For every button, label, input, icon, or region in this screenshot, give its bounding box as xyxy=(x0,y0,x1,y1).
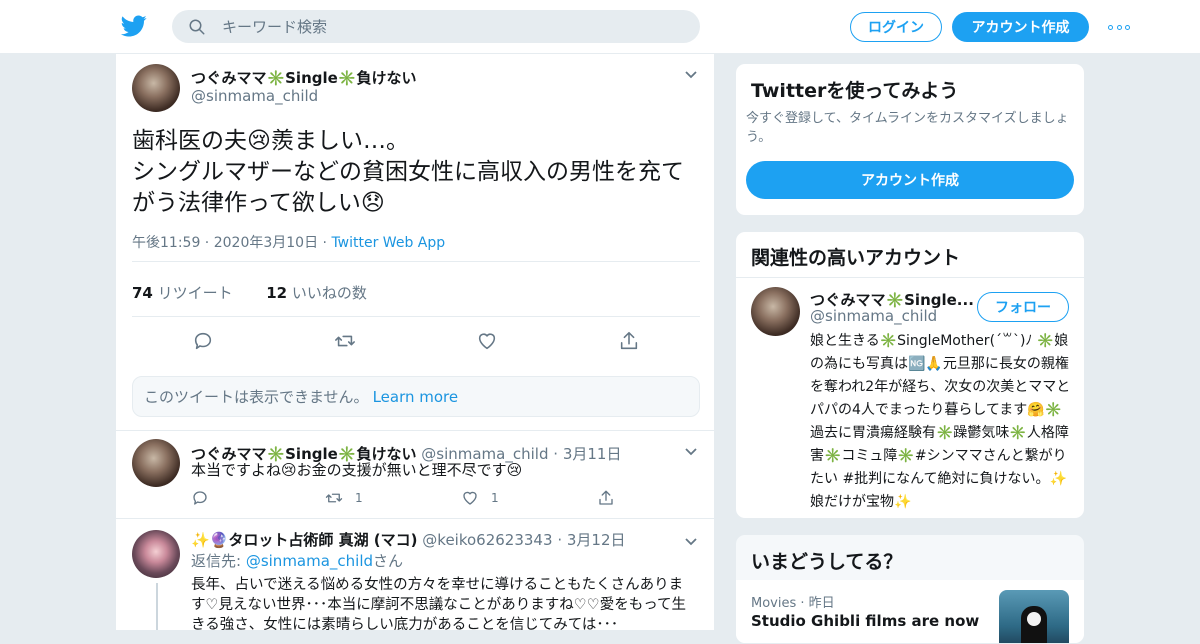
related-accounts-card: 関連性の高いアカウント つぐみママ✳️Single... @sinmama_ch… xyxy=(735,231,1085,519)
share-icon[interactable] xyxy=(618,330,640,352)
signup-card: Twitterを使ってみよう 今すぐ登録して、タイムラインをカスタマイズしましょ… xyxy=(735,63,1085,216)
reply-text: 長年、占いで迷える悩める女性の方々を幸せに導けることもたくさんあります♡見えない… xyxy=(191,577,687,630)
heart-icon xyxy=(463,491,477,505)
author-handle[interactable]: @sinmama_child xyxy=(191,87,318,105)
trends-title: いまどうしてる？ xyxy=(751,551,903,573)
tweet-source[interactable]: Twitter Web App xyxy=(331,235,445,251)
trend-thumbnail[interactable] xyxy=(999,590,1069,643)
share-icon xyxy=(599,490,613,505)
like-count: 1 xyxy=(491,491,499,505)
signup-card-button[interactable]: アカウント作成 xyxy=(746,161,1074,199)
reply-tweet[interactable]: つぐみママ✳️Single✳️負けない @sinmama_child · 3月1… xyxy=(116,430,714,518)
reply-author-handle[interactable]: @keiko62623343 xyxy=(422,531,552,549)
learn-more-link[interactable]: Learn more xyxy=(373,388,459,406)
divider xyxy=(736,277,1084,278)
reply-avatar[interactable] xyxy=(132,530,180,578)
tweet-text: 歯科医の夫😢羨ましい…。 シングルマザーなどの貧困女性に高収入の男性を充てがう法… xyxy=(132,128,684,216)
retweet-button[interactable]: 1 xyxy=(325,489,363,507)
reply-icon[interactable] xyxy=(192,330,214,352)
chevron-down-icon[interactable] xyxy=(685,71,697,79)
share-button[interactable] xyxy=(597,489,615,507)
like-button[interactable]: 1 xyxy=(461,489,499,507)
signup-button[interactable]: アカウント作成 xyxy=(952,12,1089,42)
reply-button[interactable] xyxy=(191,489,209,507)
replying-to: 返信先: @sinmama_childさん xyxy=(191,552,404,570)
related-account-handle[interactable]: @sinmama_child xyxy=(810,307,937,325)
signup-card-subtitle: 今すぐ登録して、タイムラインをカスタマイズしましょう。 xyxy=(746,111,1069,145)
retweet-icon[interactable] xyxy=(334,330,356,352)
tweet-actions xyxy=(132,330,700,354)
search-box[interactable] xyxy=(172,10,700,43)
like-stat[interactable]: 12 いいねの数 xyxy=(266,284,367,302)
divider xyxy=(132,261,700,262)
signup-card-title: Twitterを使ってみよう xyxy=(751,80,959,102)
tweet-timestamp[interactable]: 午後11:59 · 2020年3月10日 · Twitter Web App xyxy=(132,232,445,252)
reply-text: 本当ですよね😢お金の支援が無いと理不尽です😢 xyxy=(191,461,523,479)
retweet-count: 1 xyxy=(355,491,363,505)
search-icon xyxy=(189,19,205,34)
related-account-bio: 娘と生きる✳️SingleMother(´꒳`)ﾉ ✳️娘の為にも写真は🆖🙏元旦… xyxy=(810,333,1071,510)
chevron-down-icon[interactable] xyxy=(685,538,697,546)
reply-avatar[interactable] xyxy=(132,439,180,487)
reply-date[interactable]: 3月12日 xyxy=(567,531,626,549)
trends-card: いまどうしてる？ Movies · 昨日 Studio Ghibli films… xyxy=(735,534,1085,644)
more-options-icon[interactable] xyxy=(1108,23,1130,31)
related-account-avatar[interactable] xyxy=(751,287,800,336)
replying-to-link[interactable]: @sinmama_child xyxy=(246,552,373,570)
reply-icon xyxy=(193,491,207,505)
tweet-stats: 74 リツイート 12 いいねの数 xyxy=(132,282,367,303)
thread-line xyxy=(156,583,158,630)
chevron-down-icon[interactable] xyxy=(685,448,697,456)
author-name[interactable]: つぐみママ✳️Single✳️負けない xyxy=(191,67,416,88)
follow-button[interactable]: フォロー xyxy=(977,292,1069,322)
trend-category: Movies · 昨日 xyxy=(751,596,835,611)
heart-icon[interactable] xyxy=(476,330,498,352)
login-button[interactable]: ログイン xyxy=(850,12,942,42)
top-bar: ログイン アカウント作成 xyxy=(0,0,1200,54)
tweet-column: つぐみママ✳️Single✳️負けない @sinmama_child 歯科医の夫… xyxy=(115,54,715,630)
related-accounts-title: 関連性の高いアカウント xyxy=(751,247,961,269)
divider xyxy=(132,316,700,317)
retweet-stat[interactable]: 74 リツイート xyxy=(132,284,233,302)
withheld-tweet-notice: このツイートは表示できません。 Learn more xyxy=(132,376,700,417)
trend-headline: Studio Ghibli films are now xyxy=(751,612,980,630)
search-input[interactable] xyxy=(222,17,662,36)
retweet-icon xyxy=(325,493,343,503)
twitter-bird-icon[interactable] xyxy=(120,13,148,39)
author-avatar[interactable] xyxy=(132,64,180,112)
reply-author-name[interactable]: ✨🔮タロット占術師 真湖 (マコ) xyxy=(191,531,418,549)
reply-header: ✨🔮タロット占術師 真湖 (マコ) @keiko62623343 · 3月12日 xyxy=(191,531,626,549)
reply-tweet[interactable]: ✨🔮タロット占術師 真湖 (マコ) @keiko62623343 · 3月12日… xyxy=(116,518,714,630)
